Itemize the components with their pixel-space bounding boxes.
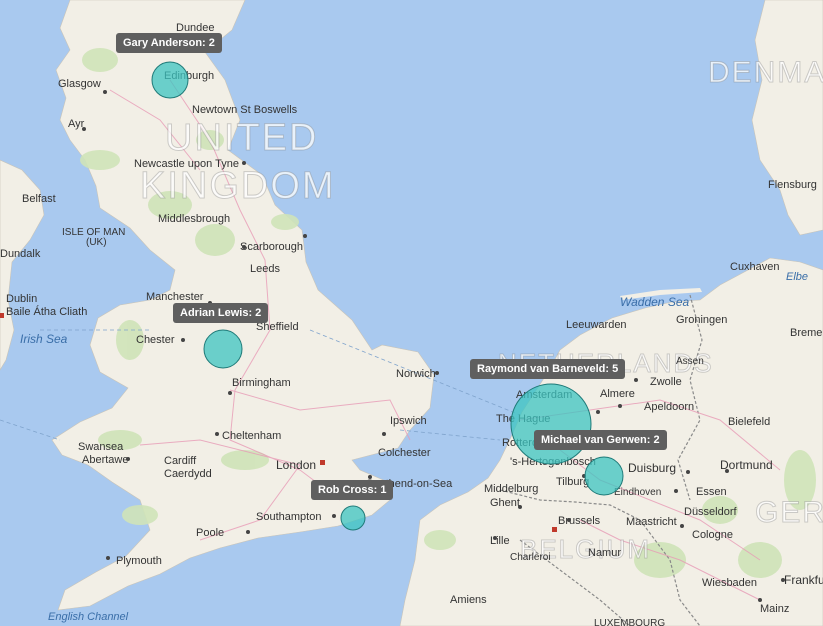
place-label: Düsseldorf (684, 506, 738, 518)
bubble-rob-cross[interactable] (340, 505, 366, 531)
place-label: Bremen (790, 327, 823, 339)
place-label: Assen (676, 356, 704, 367)
place-label: Cologne (692, 529, 733, 541)
place-label: Dublin (6, 293, 37, 305)
bubble-michael-van-gerwen[interactable] (584, 456, 624, 496)
place-label: Frankfurt (784, 573, 823, 587)
place-label: Namur (588, 547, 621, 559)
place-label: Plymouth (116, 555, 162, 567)
place-label: Ayr (68, 118, 85, 130)
place-label: Cheltenham (222, 430, 281, 442)
place-label: LUXEMBOURG (594, 618, 665, 626)
place-label: Caerdydd (164, 468, 212, 480)
place-label: Leeds (250, 263, 280, 275)
place-label: Wiesbaden (702, 577, 757, 589)
place-label: Birmingham (232, 377, 291, 389)
place-label: Leeuwarden (566, 319, 627, 331)
place-label: Poole (196, 527, 224, 539)
tooltip-raymond-van-barneveld: Raymond van Barneveld: 5 (470, 359, 626, 379)
place-label: Mainz (760, 603, 789, 615)
place-label: Manchester (146, 291, 204, 303)
tooltip-adrian-lewis: Adrian Lewis: 2 (173, 303, 269, 323)
place-label: Ghent (490, 497, 520, 509)
place-label: Newcastle upon Tyne (134, 158, 239, 170)
country-label-germany: GER (755, 496, 823, 529)
country-label-uk-1: UNITED (165, 117, 318, 159)
place-label: Lille (490, 535, 510, 547)
sea-label-irish-sea: Irish Sea (20, 332, 68, 346)
tooltip-rob-cross: Rob Cross: 1 (311, 480, 394, 500)
place-label: Southampton (256, 511, 321, 523)
place-label: Scarborough (240, 241, 303, 253)
place-label: Glasgow (58, 78, 101, 90)
place-label: Swansea (78, 441, 124, 453)
place-label: Charleroi (510, 552, 551, 563)
place-label: Belfast (22, 193, 56, 205)
bubble-raymond-van-barneveld[interactable] (510, 383, 592, 465)
tooltip-michael-van-gerwen: Michael van Gerwen: 2 (534, 430, 667, 450)
place-label: Dundalk (0, 248, 41, 260)
place-label: Zwolle (650, 376, 682, 388)
place-label: Baile Átha Cliath (6, 305, 87, 318)
map-canvas[interactable]: UNITED KINGDOM DENMA NETHERLANDS BELGIUM… (0, 0, 823, 626)
place-label: Flensburg (768, 179, 817, 191)
bubble-gary-anderson[interactable] (151, 61, 189, 99)
bubble-adrian-lewis[interactable] (203, 329, 243, 369)
place-label: Maastricht (626, 516, 677, 528)
place-label: Amiens (450, 594, 487, 606)
place-label: Eindhoven (614, 487, 661, 498)
place-label: Middelburg (484, 483, 538, 495)
sea-label-english-channel: English Channel (48, 611, 129, 623)
place-label: Colchester (378, 447, 431, 459)
place-label: Middlesbrough (158, 213, 230, 225)
place-label: Norwich (396, 368, 436, 380)
place-label: Groningen (676, 314, 727, 326)
place-label: Newtown St Boswells (192, 104, 298, 116)
country-label-denmark: DENMA (708, 56, 823, 89)
sea-label-wadden-sea: Wadden Sea (620, 295, 689, 309)
place-label: Apeldoorn (644, 401, 694, 413)
place-label: London (276, 458, 316, 472)
tooltip-gary-anderson: Gary Anderson: 2 (116, 33, 222, 53)
place-label: Bielefeld (728, 416, 770, 428)
country-label-uk-2: KINGDOM (140, 165, 336, 207)
place-label: Brussels (558, 515, 601, 527)
place-label: (UK) (86, 237, 107, 248)
place-label: Duisburg (628, 461, 676, 475)
place-label: Almere (600, 388, 635, 400)
place-label: Cuxhaven (730, 261, 780, 273)
place-label: Elbe (786, 271, 808, 283)
place-label: Chester (136, 334, 175, 346)
place-label: Abertawe (82, 454, 128, 466)
place-label: Cardiff (164, 455, 197, 467)
place-label: Ipswich (390, 415, 427, 427)
place-label: Essen (696, 486, 727, 498)
